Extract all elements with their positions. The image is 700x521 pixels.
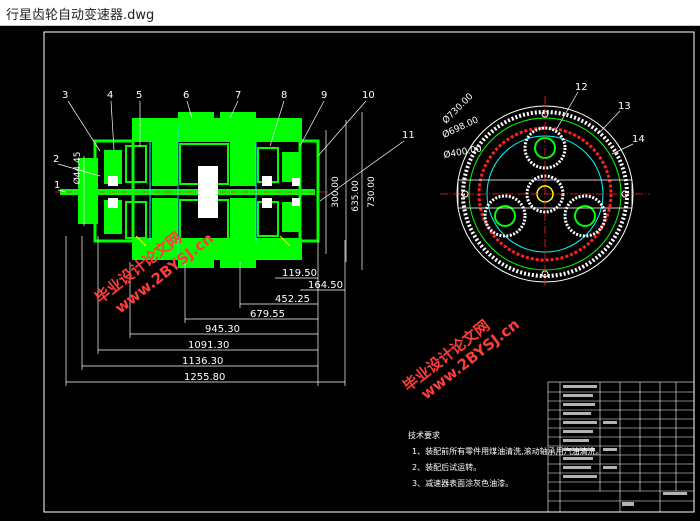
dim-dia-small: Ø44.45 xyxy=(72,152,83,185)
title-block-fill xyxy=(563,385,687,506)
dim-dia-400: Ø400.00 xyxy=(443,143,483,161)
cad-drawing-svg: 2 3 4 5 6 7 8 9 10 11 1 Ø44.45 300.00 63… xyxy=(43,31,695,513)
watermark-right: 毕业设计论文网 www.2BYSJ.cn xyxy=(399,315,523,403)
dim-height-730: 730.00 xyxy=(367,176,377,208)
notes-heading: 技术要求 xyxy=(408,430,440,440)
part-label-14: 14 xyxy=(632,134,645,145)
dim-h-1136: 1136.30 xyxy=(182,356,223,367)
part-label-13: 13 xyxy=(618,101,631,112)
cad-drawing-canvas[interactable]: 2 3 4 5 6 7 8 9 10 11 1 Ø44.45 300.00 63… xyxy=(0,26,700,521)
part-label-2: 2 xyxy=(53,154,59,165)
part-label-10: 10 xyxy=(362,90,375,101)
dim-height-635: 635.00 xyxy=(351,180,361,212)
note-3: 3、减速器表面涂灰色油漆。 xyxy=(412,478,513,488)
note-2: 2、装配后试运转。 xyxy=(412,462,481,472)
dim-h-119: 119.50 xyxy=(282,268,317,279)
part-label-5: 5 xyxy=(136,90,142,101)
dim-h-164: 164.50 xyxy=(308,280,343,291)
part-label-12: 12 xyxy=(575,82,588,93)
part-label-9: 9 xyxy=(321,90,327,101)
window-titlebar: 行星齿轮自动变速器.dwg xyxy=(0,0,700,26)
part-label-1: 1 xyxy=(54,180,60,191)
dim-h-945: 945.30 xyxy=(205,324,240,335)
dim-h-1091: 1091.30 xyxy=(188,340,229,351)
dim-h-452: 452.25 xyxy=(275,294,310,305)
dim-h-1255: 1255.80 xyxy=(184,372,225,383)
part-label-6: 6 xyxy=(183,90,189,101)
part-label-11: 11 xyxy=(402,130,415,141)
dim-height-300: 300.00 xyxy=(331,176,341,208)
window-title: 行星齿轮自动变速器.dwg xyxy=(6,8,155,23)
part-label-8: 8 xyxy=(281,90,287,101)
part-label-7: 7 xyxy=(235,90,241,101)
part-label-3: 3 xyxy=(62,90,68,101)
dim-h-679: 679.55 xyxy=(250,309,285,320)
part-label-4: 4 xyxy=(107,90,113,101)
